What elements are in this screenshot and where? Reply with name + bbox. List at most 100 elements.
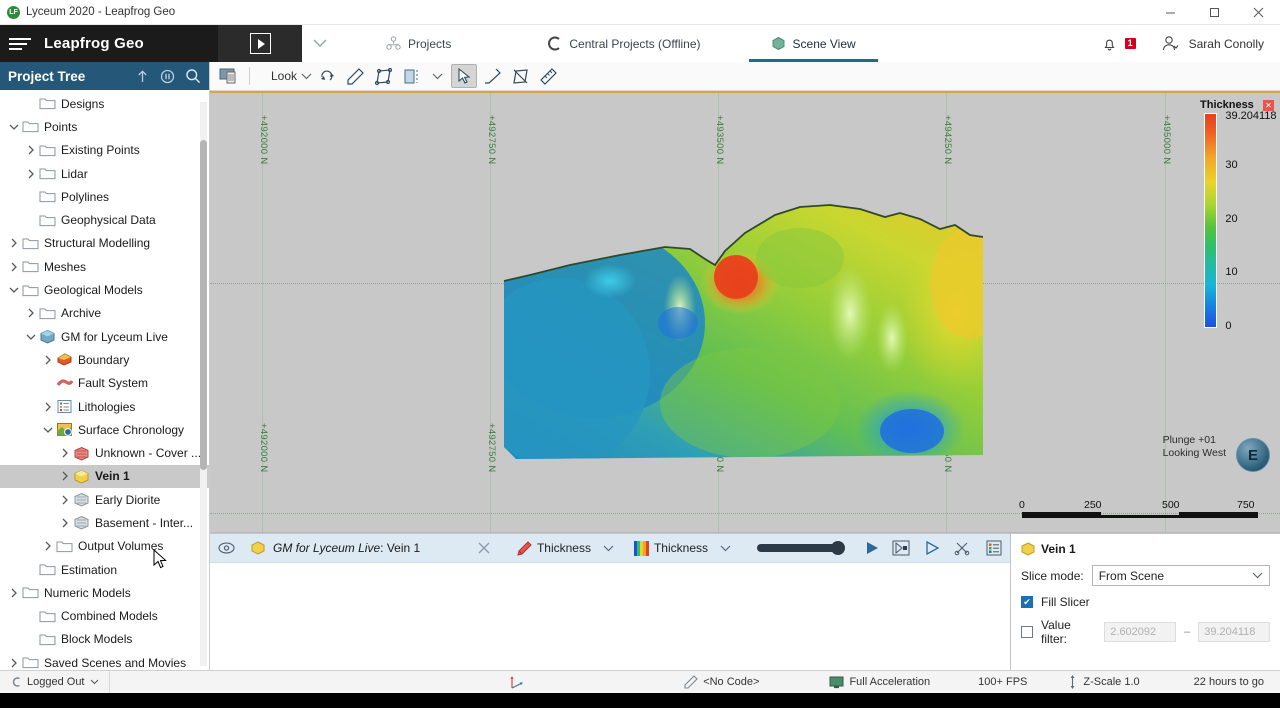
- tree-expander-icon[interactable]: [40, 426, 56, 434]
- remove-icon[interactable]: [477, 541, 491, 555]
- tree-expander-icon[interactable]: [57, 471, 73, 481]
- ruler-icon[interactable]: [535, 64, 561, 88]
- upload-icon[interactable]: [135, 69, 150, 84]
- tree-expander-icon[interactable]: [57, 448, 73, 458]
- tree-item-geological-models[interactable]: Geological Models: [0, 278, 209, 301]
- look-pencil-icon[interactable]: [342, 64, 368, 88]
- slice-mode-select[interactable]: From Scene: [1091, 565, 1270, 586]
- tree-scrollbar-thumb[interactable]: [200, 140, 207, 470]
- tree-item-gm-for-lyceum-live[interactable]: GM for Lyceum Live: [0, 325, 209, 348]
- clean-scene-icon[interactable]: [216, 64, 242, 88]
- menu-icon[interactable]: [9, 37, 39, 50]
- tree-expander-icon[interactable]: [23, 169, 39, 179]
- play-icon-filled[interactable]: [864, 541, 880, 555]
- tree-item-archive[interactable]: Archive: [0, 302, 209, 325]
- list-icon[interactable]: [986, 540, 1002, 556]
- tree-expander-icon[interactable]: [6, 238, 22, 248]
- play-outline-icon[interactable]: [924, 541, 940, 555]
- slicer-chevron-down-icon[interactable]: [426, 73, 449, 80]
- tree-expander-icon[interactable]: [23, 308, 39, 318]
- tree-item-block-models[interactable]: Block Models: [0, 628, 209, 651]
- tree-expander-icon[interactable]: [40, 541, 56, 551]
- value-filter-max-input[interactable]: 39.204118: [1198, 622, 1271, 642]
- tree-expander-icon[interactable]: [57, 518, 73, 528]
- scene-view-canvas[interactable]: +492000 N +492750 N +493500 N +494250 N …: [210, 91, 1280, 533]
- logged-out-button[interactable]: Logged Out: [0, 671, 110, 693]
- look-label[interactable]: Look: [271, 69, 297, 83]
- fill-slicer-checkbox[interactable]: [1021, 596, 1033, 608]
- tree-item-combined-models[interactable]: Combined Models: [0, 605, 209, 628]
- visibility-icon[interactable]: [218, 542, 235, 554]
- tree-expander-icon[interactable]: [57, 495, 73, 505]
- colourmap-chevron-down-icon[interactable]: [716, 545, 743, 552]
- opacity-slider[interactable]: [757, 541, 845, 555]
- tree-item-geophysical-data[interactable]: Geophysical Data: [0, 208, 209, 231]
- colourmap-icon[interactable]: [633, 540, 649, 556]
- legend-close-icon[interactable]: ✕: [1263, 99, 1274, 111]
- search-icon[interactable]: [185, 68, 201, 84]
- tree-item-saved-scenes-and-movies[interactable]: Saved Scenes and Movies: [0, 651, 209, 670]
- axes-indicator[interactable]: [509, 675, 524, 690]
- play-icon[interactable]: [249, 33, 271, 54]
- close-button[interactable]: [1236, 0, 1280, 25]
- tree-item-estimation[interactable]: Estimation: [0, 558, 209, 581]
- tree-item-vein-1[interactable]: Vein 1: [0, 464, 209, 489]
- scissors-icon[interactable]: [954, 540, 970, 556]
- draw-plane-icon[interactable]: [507, 64, 533, 88]
- user-name[interactable]: Sarah Conolly: [1189, 37, 1264, 51]
- look-rotate-icon[interactable]: [314, 64, 340, 88]
- notification-bell-icon[interactable]: [1101, 35, 1118, 52]
- tree-expander-icon[interactable]: [40, 355, 56, 365]
- tree-expander-icon[interactable]: [23, 333, 39, 341]
- tab-projects[interactable]: Projects: [338, 25, 499, 62]
- tree-item-lidar[interactable]: Lidar: [0, 162, 209, 185]
- tree-item-points[interactable]: Points: [0, 115, 209, 138]
- tree-expander-icon[interactable]: [6, 588, 22, 598]
- value-filter-row[interactable]: Value filter: 2.602092 – 39.204118: [1021, 618, 1271, 646]
- maximize-button[interactable]: [1192, 0, 1236, 25]
- tree-item-numeric-models[interactable]: Numeric Models: [0, 581, 209, 604]
- tree-item-existing-points[interactable]: Existing Points: [0, 139, 209, 162]
- code-indicator[interactable]: <No Code>: [684, 675, 759, 689]
- project-tree[interactable]: Designs Points Existing Points Lidar Polylin…: [0, 90, 209, 670]
- look-chevron-down-icon[interactable]: [301, 73, 312, 80]
- colour-by-chevron-down-icon[interactable]: [599, 545, 626, 552]
- tree-item-unknown-cover[interactable]: Unknown - Cover ...: [0, 441, 209, 464]
- chevron-down-icon[interactable]: [302, 25, 338, 62]
- tree-expander-icon[interactable]: [40, 402, 56, 412]
- tree-item-boundary[interactable]: Boundary: [0, 348, 209, 371]
- tree-item-output-volumes[interactable]: Output Volumes: [0, 535, 209, 558]
- select-arrow-icon[interactable]: [451, 64, 478, 88]
- fill-slicer-row[interactable]: Fill Slicer: [1021, 595, 1270, 609]
- tree-expander-icon[interactable]: [6, 658, 22, 668]
- value-filter-min-input[interactable]: 2.602092: [1104, 622, 1177, 642]
- colour-pencil-icon[interactable]: [517, 540, 532, 556]
- tree-item-basement-inter[interactable]: Basement - Inter...: [0, 511, 209, 534]
- draw-line-icon[interactable]: [479, 64, 505, 88]
- tree-item-structural-modelling[interactable]: Structural Modelling: [0, 232, 209, 255]
- tree-expander-icon[interactable]: [6, 286, 22, 294]
- avatar[interactable]: [1161, 34, 1180, 53]
- tree-item-fault-system[interactable]: Fault System: [0, 372, 209, 395]
- tree-item-meshes[interactable]: Meshes: [0, 255, 209, 278]
- tab-scene-view[interactable]: Scene View: [748, 25, 878, 62]
- tree-item-lithologies[interactable]: Lithologies: [0, 395, 209, 418]
- tree-item-early-diorite[interactable]: Early Diorite: [0, 488, 209, 511]
- look-plane-icon[interactable]: [370, 64, 396, 88]
- minimize-button[interactable]: [1148, 0, 1192, 25]
- compass-icon[interactable]: E: [1236, 438, 1270, 472]
- flip-icon[interactable]: [892, 540, 910, 556]
- tree-expander-icon[interactable]: [23, 145, 39, 155]
- tree-expander-icon[interactable]: [6, 262, 22, 272]
- geological-surface-vein1[interactable]: [500, 203, 987, 463]
- slicer-icon[interactable]: [398, 64, 424, 88]
- tab-central-projects[interactable]: Central Projects (Offline): [499, 25, 748, 62]
- tree-item-surface-chronology[interactable]: Surface Chronology: [0, 418, 209, 441]
- shape-list-row[interactable]: GM for Lyceum Live: Vein 1 Thickness Thi…: [210, 534, 1010, 563]
- zscale-indicator[interactable]: Z-Scale 1.0: [1067, 675, 1140, 689]
- tree-item-designs[interactable]: Designs: [0, 92, 209, 115]
- pause-icon[interactable]: [160, 69, 175, 84]
- tree-expander-icon[interactable]: [6, 123, 22, 131]
- play-scene-zone[interactable]: [218, 25, 302, 62]
- tree-item-polylines[interactable]: Polylines: [0, 185, 209, 208]
